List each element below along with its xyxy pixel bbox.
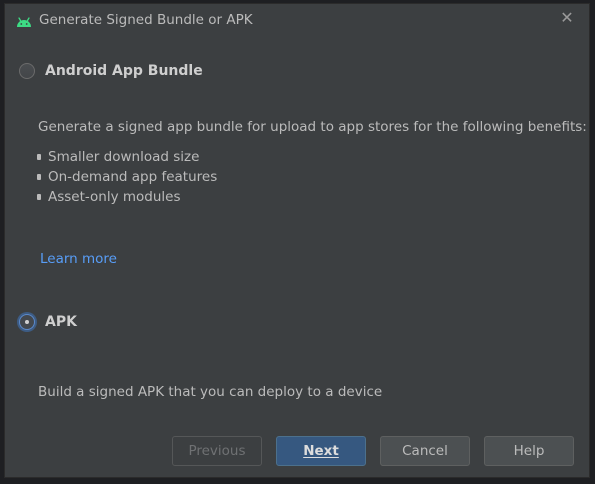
- list-item: Smaller download size: [37, 147, 217, 167]
- bullet-icon: [37, 174, 41, 180]
- radio-button-unchecked[interactable]: [19, 63, 35, 79]
- title-bar: Generate Signed Bundle or APK ✕: [5, 4, 589, 36]
- benefit-text: On-demand app features: [48, 169, 218, 185]
- apk-description: Build a signed APK that you can deploy t…: [38, 384, 383, 400]
- radio-apk[interactable]: APK: [19, 311, 77, 333]
- bullet-icon: [37, 154, 41, 160]
- cancel-button[interactable]: Cancel: [380, 436, 470, 466]
- dialog-title: Generate Signed Bundle or APK: [39, 12, 253, 28]
- next-button[interactable]: Next: [276, 436, 366, 466]
- previous-button[interactable]: Previous: [172, 436, 262, 466]
- learn-more-link[interactable]: Learn more: [40, 251, 117, 267]
- apk-label: APK: [45, 314, 77, 330]
- benefit-text: Smaller download size: [48, 149, 200, 165]
- help-button[interactable]: Help: [484, 436, 574, 466]
- list-item: Asset-only modules: [37, 187, 217, 207]
- radio-button-checked[interactable]: [19, 314, 35, 330]
- benefit-text: Asset-only modules: [48, 189, 181, 205]
- android-icon: [15, 13, 33, 27]
- close-button[interactable]: ✕: [559, 8, 575, 28]
- list-item: On-demand app features: [37, 167, 217, 187]
- generate-signed-bundle-dialog: Generate Signed Bundle or APK ✕ Android …: [4, 3, 590, 478]
- radio-android-app-bundle[interactable]: Android App Bundle: [19, 60, 203, 82]
- bullet-icon: [37, 194, 41, 200]
- bundle-description: Generate a signed app bundle for upload …: [38, 119, 587, 135]
- bundle-benefits-list: Smaller download size On-demand app feat…: [37, 147, 217, 207]
- android-app-bundle-label: Android App Bundle: [45, 63, 203, 79]
